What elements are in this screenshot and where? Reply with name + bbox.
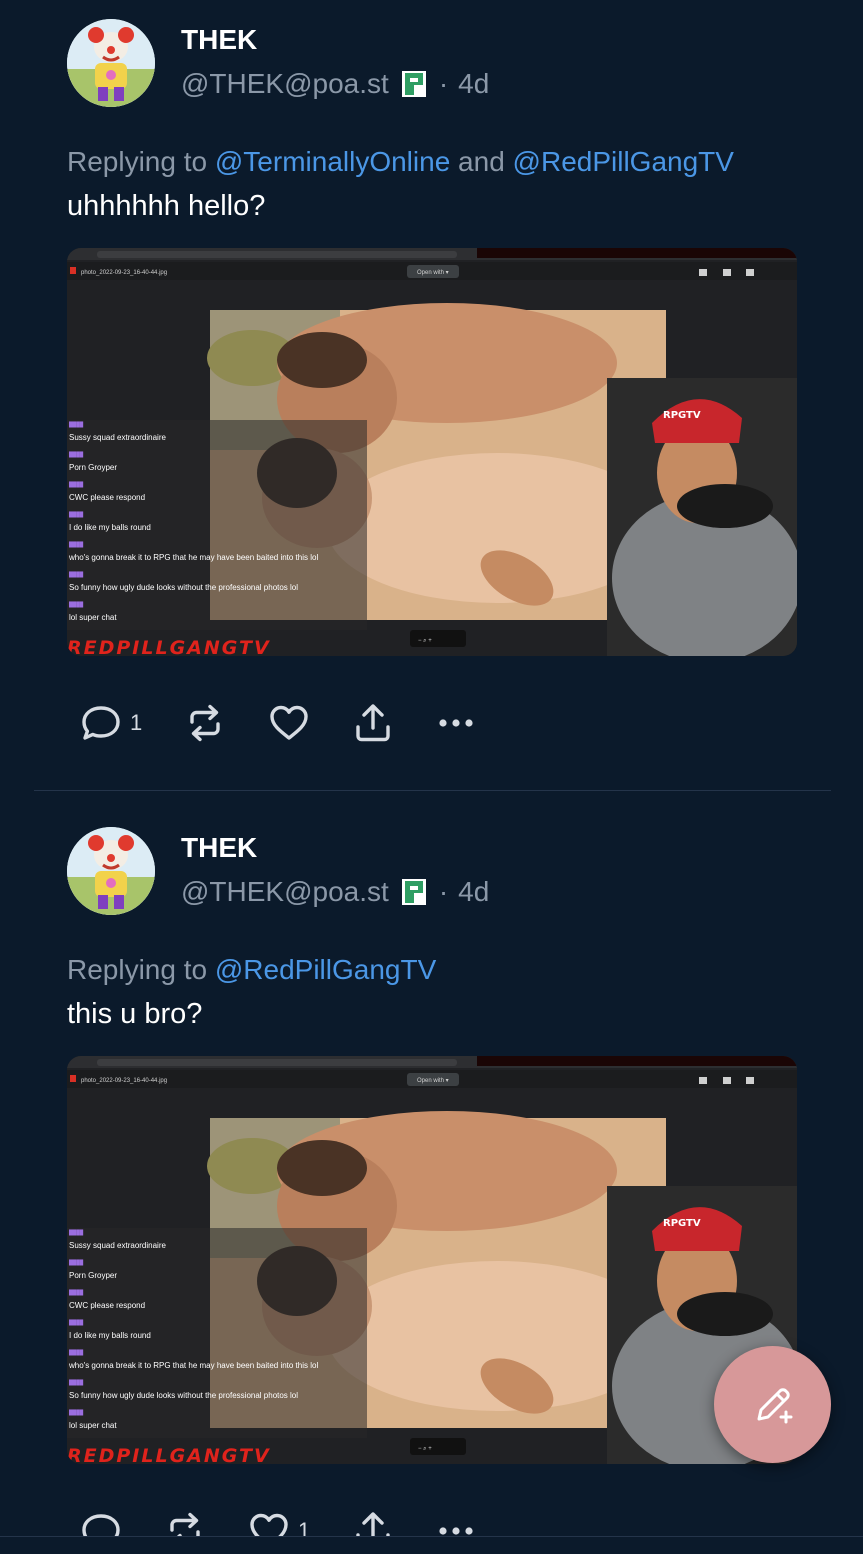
svg-text:████: ████ [69,421,84,428]
svg-text:████: ████ [69,1349,84,1356]
chat-message: I do like my balls round [69,1331,151,1340]
author-name[interactable]: THEK [181,832,257,864]
chat-message: lol super chat [69,613,117,622]
open-with: Open with ▾ [417,1078,449,1084]
svg-text:████: ████ [69,571,84,578]
reply-count: 1 [130,710,143,735]
svg-text:− ⌕ +: − ⌕ + [418,638,432,644]
timestamp[interactable]: 4d [458,68,489,100]
mention-link[interactable]: @RedPillGangTV [215,954,436,985]
chat-message: who's gonna break it to RPG that he may … [68,553,318,562]
more-icon [439,719,473,727]
reply-button[interactable]: 1 [78,700,142,746]
chat-message: Porn Groyper [69,1271,117,1280]
chat-message: lol super chat [69,1421,117,1430]
svg-text:████: ████ [69,1409,84,1416]
open-with: Open with ▾ [417,270,449,276]
author-handle[interactable]: @THEK@poa.st [181,876,389,908]
repost-button[interactable] [182,700,234,746]
chat-message: CWC please respond [69,493,145,502]
more-button[interactable] [434,700,480,746]
svg-text:████: ████ [69,1379,84,1386]
mention-link[interactable]: @RedPillGangTV [513,146,734,177]
instance-icon [399,69,429,99]
replying-prefix: Replying to [67,146,208,177]
media-attachment[interactable]: photo_2022-09-23_16-40-44.jpg Open with … [67,248,797,656]
chat-message: I do like my balls round [69,523,151,532]
compose-icon [757,1387,792,1423]
instance-icon [399,877,429,907]
author-name[interactable]: THEK [181,24,257,56]
separator: · [438,68,449,99]
timestamp[interactable]: 4d [458,876,489,908]
svg-text:████: ████ [69,511,84,518]
status-content: uhhhhhh hello? [67,190,266,222]
mention-joiner: and [458,146,505,177]
svg-text:████: ████ [69,1229,84,1236]
replying-to: Replying to @RedPillGangTV [67,954,436,986]
media-attachment[interactable]: photo_2022-09-23_16-40-44.jpg Open with … [67,1056,797,1464]
like-icon [270,705,308,740]
like-button[interactable] [266,700,318,746]
hat-text: RPGTV [663,410,701,421]
share-icon [356,704,390,742]
author-handle[interactable]: @THEK@poa.st [181,68,389,100]
reply-icon [82,706,120,740]
channel-logo: REDPILLGANGTV [67,1445,271,1464]
media-filename: photo_2022-09-23_16-40-44.jpg [81,270,167,276]
avatar[interactable] [67,19,155,107]
hat-text: RPGTV [663,1218,701,1229]
handle-row: @THEK@poa.st · 4d [181,68,489,100]
post-divider [34,790,831,791]
replying-prefix: Replying to [67,954,208,985]
svg-text:████: ████ [69,541,84,548]
svg-text:████: ████ [69,481,84,488]
svg-text:− ⌕ +: − ⌕ + [418,1446,432,1452]
chat-message: So funny how ugly dude looks without the… [69,1391,298,1400]
repost-icon [190,704,220,742]
compose-button[interactable] [714,1346,831,1463]
svg-text:████: ████ [69,1289,84,1296]
chat-message: So funny how ugly dude looks without the… [69,583,298,592]
chat-message: Sussy squad extraordinaire [69,1241,166,1250]
bottom-nav-edge [0,1536,863,1550]
share-button[interactable] [350,700,396,746]
chat-message: CWC please respond [69,1301,145,1310]
svg-text:████: ████ [69,1319,84,1326]
handle-row: @THEK@poa.st · 4d [181,876,489,908]
svg-text:████: ████ [69,451,84,458]
svg-text:████: ████ [69,601,84,608]
svg-text:████: ████ [69,1259,84,1266]
status-actions: 1 [78,700,498,746]
avatar[interactable] [67,827,155,915]
status-content: this u bro? [67,998,203,1030]
chat-message: who's gonna break it to RPG that he may … [68,1361,318,1370]
channel-logo: REDPILLGANGTV [67,637,271,656]
media-filename: photo_2022-09-23_16-40-44.jpg [81,1078,167,1084]
separator: · [438,876,449,907]
mention-link[interactable]: @TerminallyOnline [215,146,450,177]
chat-message: Porn Groyper [69,463,117,472]
chat-message: Sussy squad extraordinaire [69,433,166,442]
replying-to: Replying to @TerminallyOnline and @RedPi… [67,146,734,178]
